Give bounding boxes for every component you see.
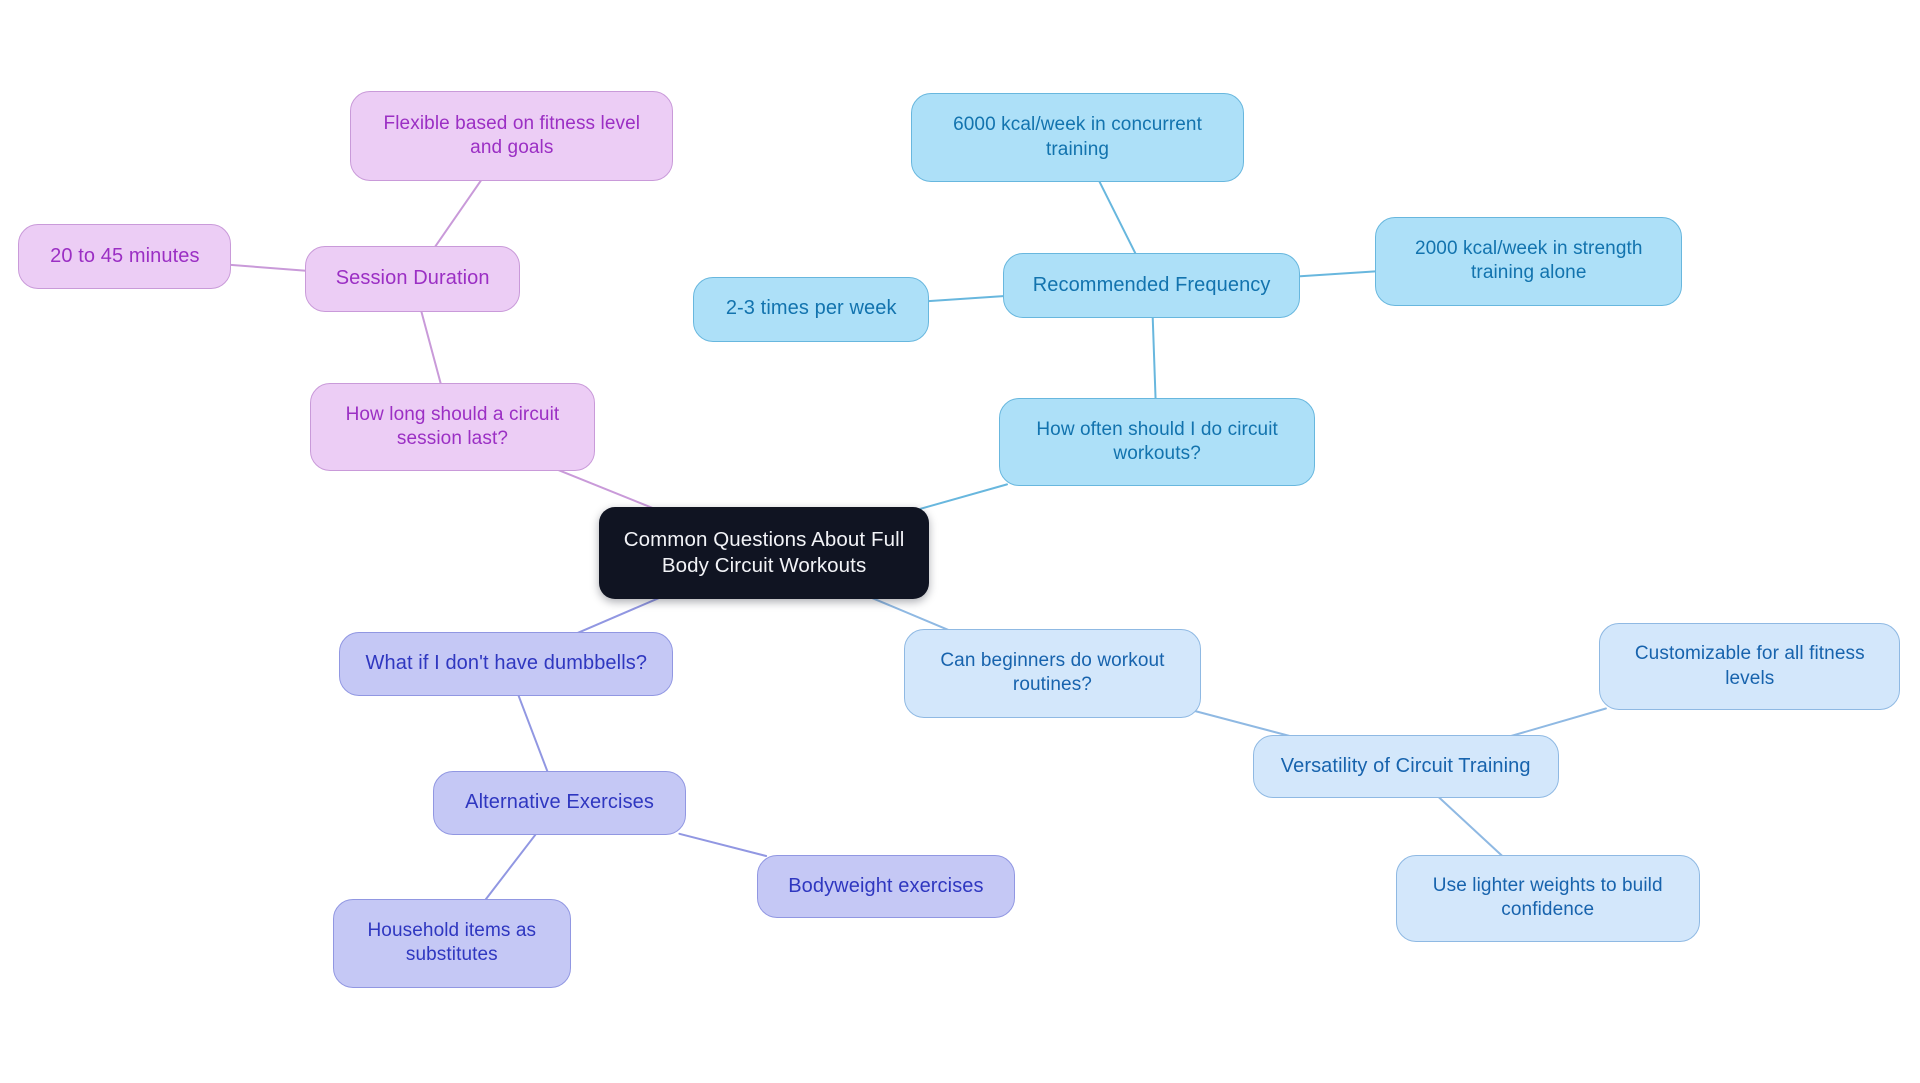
mindmap-node-label: Session Duration: [335, 267, 490, 290]
mindmap-node-v4[interactable]: 20 to 45 minutes: [18, 224, 232, 289]
mindmap-edge-b2-b5: [1293, 270, 1383, 278]
mindmap-node-label: 2-3 times per week: [725, 297, 897, 320]
mindmap-node-b2[interactable]: Recommended Frequency: [1002, 253, 1301, 319]
mindmap-edge-root-b1: [919, 483, 1008, 510]
mindmap-node-b1[interactable]: How often should I do circuit workouts?: [999, 397, 1316, 487]
mindmap-node-label: 2000 kcal/week in strength training alon…: [1414, 238, 1643, 284]
mindmap-edge-c2-c4: [1437, 796, 1504, 858]
mindmap-node-b3[interactable]: 6000 kcal/week in concurrent training: [911, 93, 1245, 183]
mindmap-node-c3[interactable]: Customizable for all fitness levels: [1599, 623, 1901, 711]
mindmap-node-label: Alternative Exercises: [465, 791, 654, 814]
mindmap-node-b5[interactable]: 2000 kcal/week in strength training alon…: [1375, 216, 1683, 307]
mindmap-node-label: Bodyweight exercises: [788, 874, 984, 897]
mindmap-node-label: 20 to 45 minutes: [50, 244, 200, 267]
mindmap-node-label: How often should I do circuit workouts?: [1036, 418, 1278, 465]
mindmap-node-label: Versatility of Circuit Training: [1280, 754, 1531, 777]
mindmap-node-label: Household items as substitutes: [367, 920, 537, 966]
mindmap-node-c1[interactable]: Can beginners do workout routines?: [903, 629, 1202, 718]
mindmap-node-c4[interactable]: Use lighter weights to build confidence: [1395, 854, 1700, 942]
mindmap-edge-b2-b4: [923, 294, 1010, 303]
mindmap-edge-p2-p4: [678, 832, 768, 857]
mindmap-node-label: What if I don't have dumbbells?: [365, 651, 648, 674]
mindmap-edge-b1-b2: [1151, 316, 1157, 401]
mindmap-root-node[interactable]: Common Questions About Full Body Circuit…: [598, 506, 930, 599]
mindmap-edge-root-v1: [556, 468, 656, 510]
mindmap-node-label: Flexible based on fitness level and goal…: [383, 112, 641, 158]
mindmap-node-v3[interactable]: Flexible based on fitness level and goal…: [350, 90, 674, 182]
mindmap-node-c2[interactable]: Versatility of Circuit Training: [1252, 734, 1559, 799]
mindmap-edge-p2-p3: [483, 832, 538, 902]
mindmap-edge-v2-v3: [433, 178, 483, 249]
mindmap-node-p2[interactable]: Alternative Exercises: [433, 771, 686, 836]
mindmap-node-v2[interactable]: Session Duration: [304, 246, 521, 313]
mindmap-node-label: How long should a circuit session last?: [345, 404, 560, 450]
mindmap-edge-c2-c3: [1510, 707, 1607, 737]
mindmap-node-label: 6000 kcal/week in concurrent training: [953, 114, 1202, 160]
mindmap-root-label: Common Questions About Full Body Circuit…: [623, 527, 905, 577]
mindmap-node-v1[interactable]: How long should a circuit session last?: [309, 383, 596, 472]
mindmap-edge-v1-v2: [420, 309, 443, 386]
mindmap-edge-p1-p2: [517, 693, 549, 774]
mindmap-node-label: Recommended Frequency: [1032, 274, 1271, 297]
mindmap-edge-v2-v4: [226, 263, 311, 272]
mindmap-node-label: Can beginners do workout routines?: [940, 650, 1165, 696]
mindmap-edge-b2-b3: [1098, 179, 1138, 256]
mindmap-node-p4[interactable]: Bodyweight exercises: [756, 854, 1016, 919]
mindmap-node-p1[interactable]: What if I don't have dumbbells?: [339, 631, 674, 696]
mindmap-node-label: Customizable for all fitness levels: [1634, 643, 1865, 689]
mindmap-edge-c1-c2: [1194, 710, 1291, 737]
mindmap-edge-root-c1: [868, 595, 953, 633]
mindmap-edge-root-p1: [576, 595, 663, 635]
mindmap-node-p3[interactable]: Household items as substitutes: [333, 898, 571, 989]
mindmap-canvas: Common Questions About Full Body Circuit…: [0, 0, 1920, 1083]
mindmap-node-label: Use lighter weights to build confidence: [1432, 874, 1663, 921]
mindmap-node-b4[interactable]: 2-3 times per week: [693, 276, 930, 342]
